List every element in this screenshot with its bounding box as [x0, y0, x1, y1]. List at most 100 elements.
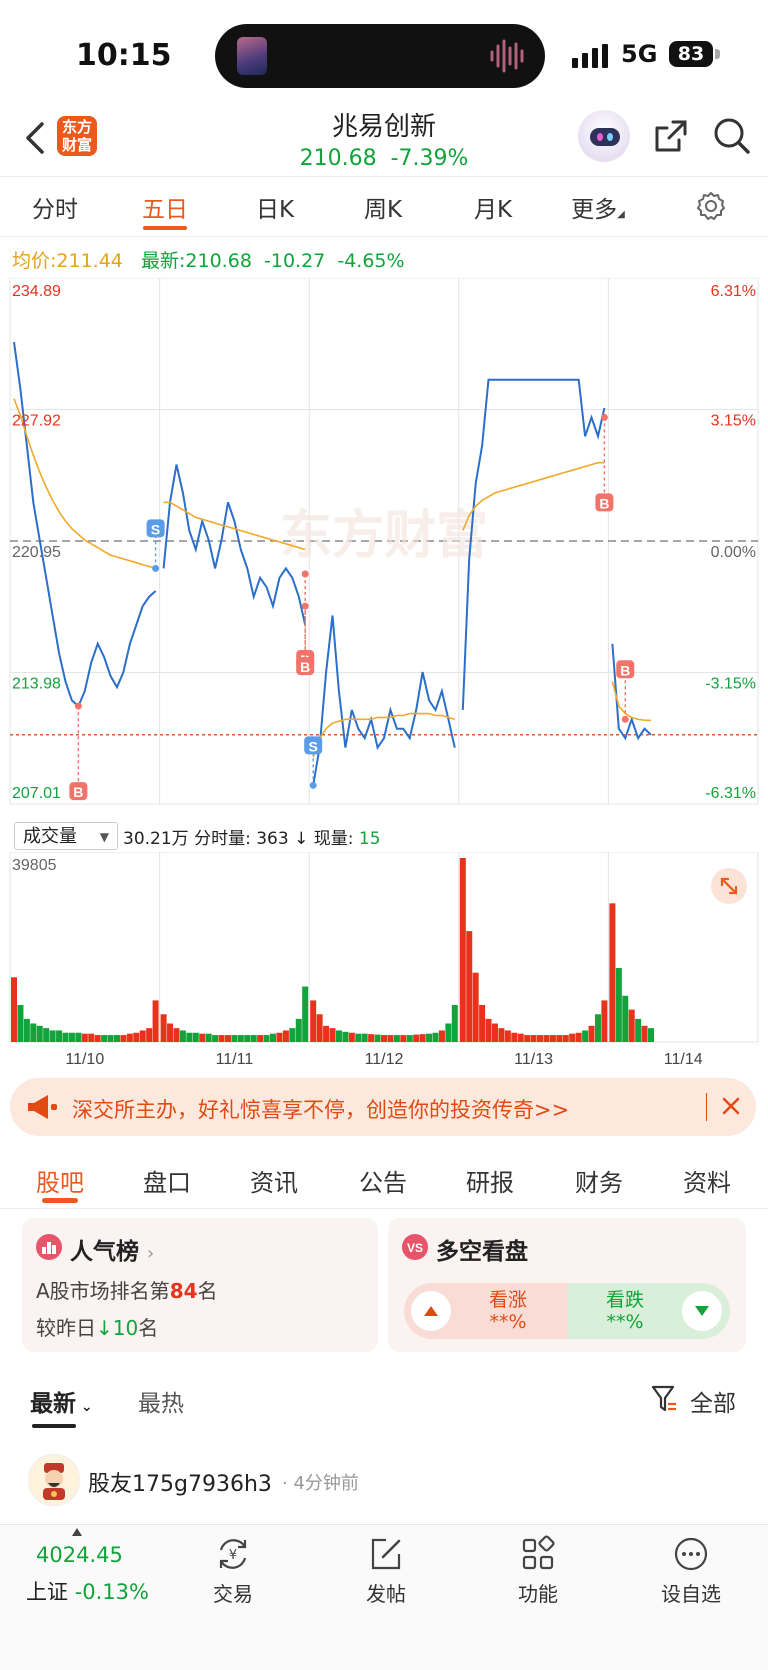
tab-pankou[interactable]: 盘口 [117, 1163, 217, 1198]
indicator-select[interactable]: 成交量 ▼ [14, 822, 118, 850]
tab-monthly-k[interactable]: 月K [448, 190, 538, 224]
volume-bar [432, 1032, 439, 1042]
tab-daily-k[interactable]: 日K [230, 190, 320, 224]
post-time-value: 4分钟前 [293, 1473, 359, 1494]
index-ticker[interactable]: 上证 -0.13% [26, 1576, 149, 1606]
down-arrow-icon: ↓ [96, 1316, 113, 1340]
volume-bar [562, 1035, 569, 1042]
volume-bar [524, 1035, 531, 1042]
tab-weekly-k[interactable]: 周K [338, 190, 428, 224]
volume-bar [368, 1034, 375, 1042]
down-arrow: ↓ [294, 829, 309, 849]
expand-arrows-icon [720, 877, 738, 895]
volume-bar [588, 1025, 595, 1042]
signal-icon [572, 44, 608, 68]
volume-bar [504, 1030, 511, 1042]
volume-bar [335, 1030, 342, 1042]
section-tab-underline [42, 1198, 78, 1203]
nav-add-watchlist[interactable]: 设自选 [641, 1534, 741, 1607]
volume-total: 30.21万 [123, 829, 189, 849]
feed-tab-latest[interactable]: 最新 ⌄ [30, 1384, 93, 1418]
volume-bar [205, 1033, 212, 1042]
gear-icon[interactable] [695, 190, 727, 222]
tab-more[interactable]: 更多◢ [553, 190, 643, 224]
avatar[interactable] [28, 1454, 80, 1506]
volume-bar [393, 1035, 400, 1042]
tab-financials[interactable]: 财务 [549, 1163, 649, 1198]
volume-bar [56, 1030, 63, 1042]
y-tick-left: 207.01 [12, 785, 61, 802]
volume-bar [387, 1035, 394, 1042]
tab-intraday[interactable]: 分时 [10, 190, 100, 224]
current-volume-label: 现量: [313, 829, 354, 849]
search-icon[interactable] [712, 116, 752, 156]
marker-dot [301, 570, 309, 578]
volume-bar [569, 1033, 576, 1042]
tab-guba[interactable]: 股吧 [10, 1163, 110, 1198]
sell-marker-label: S [309, 738, 318, 754]
close-icon[interactable] [716, 1091, 746, 1121]
volume-bar [575, 1032, 582, 1042]
nav-functions-label: 功能 [518, 1582, 558, 1606]
more-icon [674, 1537, 708, 1571]
nav-functions[interactable]: 功能 [488, 1534, 588, 1607]
nav-post[interactable]: 发帖 [336, 1534, 436, 1607]
y-tick-left: 220.95 [12, 544, 61, 561]
rank-prefix: A股市场排名第 [36, 1279, 170, 1303]
marker-dot [621, 715, 629, 723]
volume-bar [400, 1035, 407, 1042]
volume-frame [9, 852, 759, 1043]
tab-profile[interactable]: 资料 [657, 1163, 757, 1198]
volume-bar [413, 1034, 420, 1042]
chevron-down-icon: ▼ [99, 830, 109, 844]
nav-post-label: 发帖 [366, 1582, 406, 1606]
volume-bar [530, 1035, 537, 1042]
network-type: 5G [621, 40, 658, 68]
volume-bar [36, 1025, 43, 1042]
expand-icon[interactable] [711, 868, 747, 904]
price-summary-row: 均价:211.44 最新:210.68 -10.27 -4.65% [12, 246, 405, 273]
volume-chart[interactable]: 39805 11/10 11/11 11/12 11/13 11/14 [0, 852, 768, 1072]
y-tick-left: 234.89 [12, 283, 61, 300]
filter-all[interactable]: 全部 [690, 1384, 736, 1418]
share-icon[interactable] [651, 116, 691, 156]
volume-bar [120, 1035, 127, 1042]
status-time: 10:15 [76, 38, 172, 73]
tab-announcements[interactable]: 公告 [333, 1163, 433, 1198]
volume-bar [323, 1025, 330, 1042]
ranking-icon [36, 1234, 62, 1260]
y-tick-right: 0.00% [711, 544, 756, 561]
volume-bar [88, 1033, 95, 1042]
y-tick-right: 3.15% [711, 413, 756, 430]
volume-bar [218, 1035, 225, 1042]
volume-bar [113, 1035, 120, 1042]
volume-bar [270, 1033, 277, 1042]
nav-trade[interactable]: ¥ 交易 [183, 1534, 283, 1607]
tab-research[interactable]: 研报 [440, 1163, 540, 1198]
megaphone-icon [28, 1095, 57, 1119]
volume-bar [23, 1018, 30, 1042]
y-tick-right: -6.31% [705, 785, 756, 802]
tab-five-day[interactable]: 五日 [120, 190, 210, 224]
latest-value: 210.68 [185, 250, 252, 272]
feed-tab-hot[interactable]: 最热 [138, 1384, 184, 1418]
promo-banner-text[interactable]: 深交所主办，好礼惊喜享不停，创造你的投资传奇>> [72, 1094, 569, 1124]
section-divider [0, 1208, 768, 1209]
index-change: -0.13% [74, 1580, 149, 1604]
rank-change-line: 较昨日↓10名 [36, 1312, 158, 1341]
volume-bar [472, 972, 479, 1042]
post-username[interactable]: 股友175g7936h3 [88, 1466, 272, 1498]
rank-value: 84 [169, 1279, 198, 1303]
volume-bar [601, 1000, 608, 1042]
robot-face-icon [590, 128, 620, 146]
caret-up-icon[interactable] [72, 1528, 82, 1536]
filter-icon[interactable] [650, 1384, 678, 1414]
five-day-price-chart[interactable]: 东方财富 234.89 227.92 220.95 213.98 207.01 6.31% 3… [0, 278, 768, 818]
volume-bar [459, 858, 466, 1042]
volume-bar [133, 1032, 140, 1042]
index-value[interactable]: 4024.45 [36, 1543, 123, 1567]
tab-news[interactable]: 资讯 [224, 1163, 324, 1198]
volume-bar [11, 977, 17, 1042]
now-playing-artwork[interactable] [237, 37, 267, 75]
rank-suffix: 名 [197, 1279, 218, 1303]
